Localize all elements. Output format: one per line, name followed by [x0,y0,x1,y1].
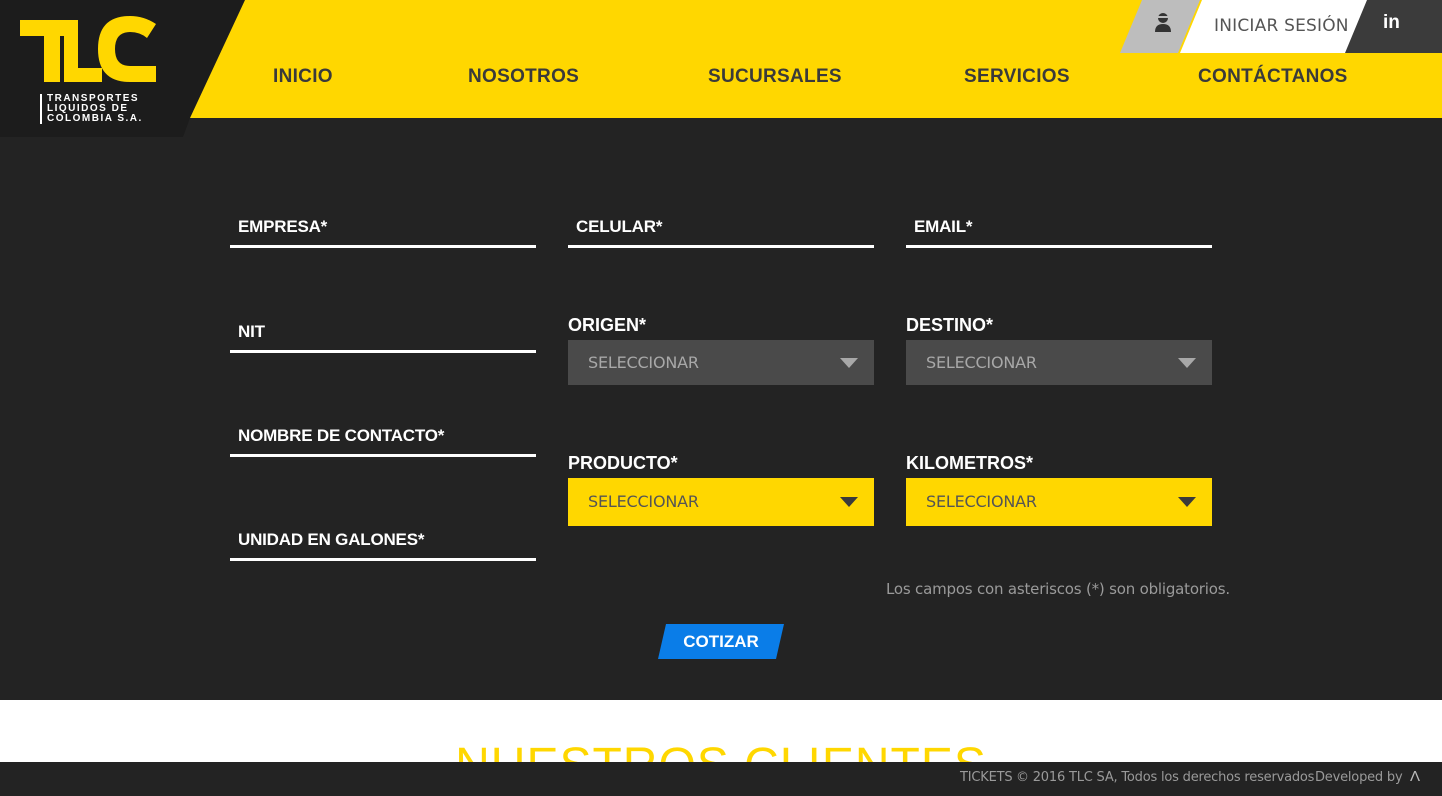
nombre-contacto-field[interactable]: NOMBRE DE CONTACTO* [230,414,536,457]
nav-item-sucursales[interactable]: SUCURSALES [708,66,842,88]
unidad-galones-field[interactable]: UNIDAD EN GALONES* [230,518,536,561]
kilometros-select[interactable]: SELECCIONAR [906,478,1212,526]
nav-item-nosotros[interactable]: NOSOTROS [468,66,579,88]
login-bar: INICIAR SESIÓN in [1120,0,1442,53]
main-nav: INICIO NOSOTROS SUCURSALES SERVICIOS CON… [190,56,1390,102]
celular-field[interactable]: CELULAR* [568,205,874,248]
origen-label: ORIGEN* [568,315,647,335]
nav-item-inicio[interactable]: INICIO [273,66,333,88]
developer-logo-icon[interactable]: Λ [1410,768,1420,785]
empresa-field[interactable]: EMPRESA* [230,205,536,248]
chevron-down-icon [1178,358,1196,368]
producto-select[interactable]: SELECCIONAR [568,478,874,526]
required-fields-note: Los campos con asteriscos (*) son obliga… [886,580,1230,598]
clients-title: NUESTROS CLIENTES [0,738,1442,762]
email-field[interactable]: EMAIL* [906,205,1212,248]
cotizar-button[interactable]: COTIZAR [658,624,784,659]
copyright-text: © 2016 TLC SA, Todos los derechos reserv… [1016,770,1315,785]
nav-item-servicios[interactable]: SERVICIOS [964,66,1070,88]
chevron-down-icon [840,497,858,507]
destino-select[interactable]: SELECCIONAR [906,340,1212,385]
tlc-logo-mark [20,16,156,82]
quote-form: EMPRESA* CELULAR* EMAIL* NIT NOMBRE DE C… [0,118,1442,700]
kilometros-label: KILOMETROS* [906,453,1034,473]
login-label: INICIAR SESIÓN [1214,16,1349,36]
origen-select[interactable]: SELECCIONAR [568,340,874,385]
logo-wordmark: TRANSPORTES LIQUIDOS DE COLOMBIA S.A. [40,94,177,124]
developed-by-text: Developed by [1315,770,1403,785]
site-footer: TICKETS © 2016 TLC SA, Todos los derecho… [0,762,1442,796]
destino-label: DESTINO* [906,315,994,335]
login-button[interactable]: INICIAR SESIÓN [1180,0,1370,53]
user-icon [1155,13,1171,32]
nit-field[interactable]: NIT [230,310,536,353]
producto-label: PRODUCTO* [568,453,678,473]
nav-item-contactanos[interactable]: CONTÁCTANOS [1198,66,1348,88]
tickets-link[interactable]: TICKETS [960,770,1013,785]
chevron-down-icon [1178,497,1196,507]
chevron-down-icon [840,358,858,368]
linkedin-icon: in [1383,12,1400,33]
clients-section: NUESTROS CLIENTES [0,700,1442,762]
